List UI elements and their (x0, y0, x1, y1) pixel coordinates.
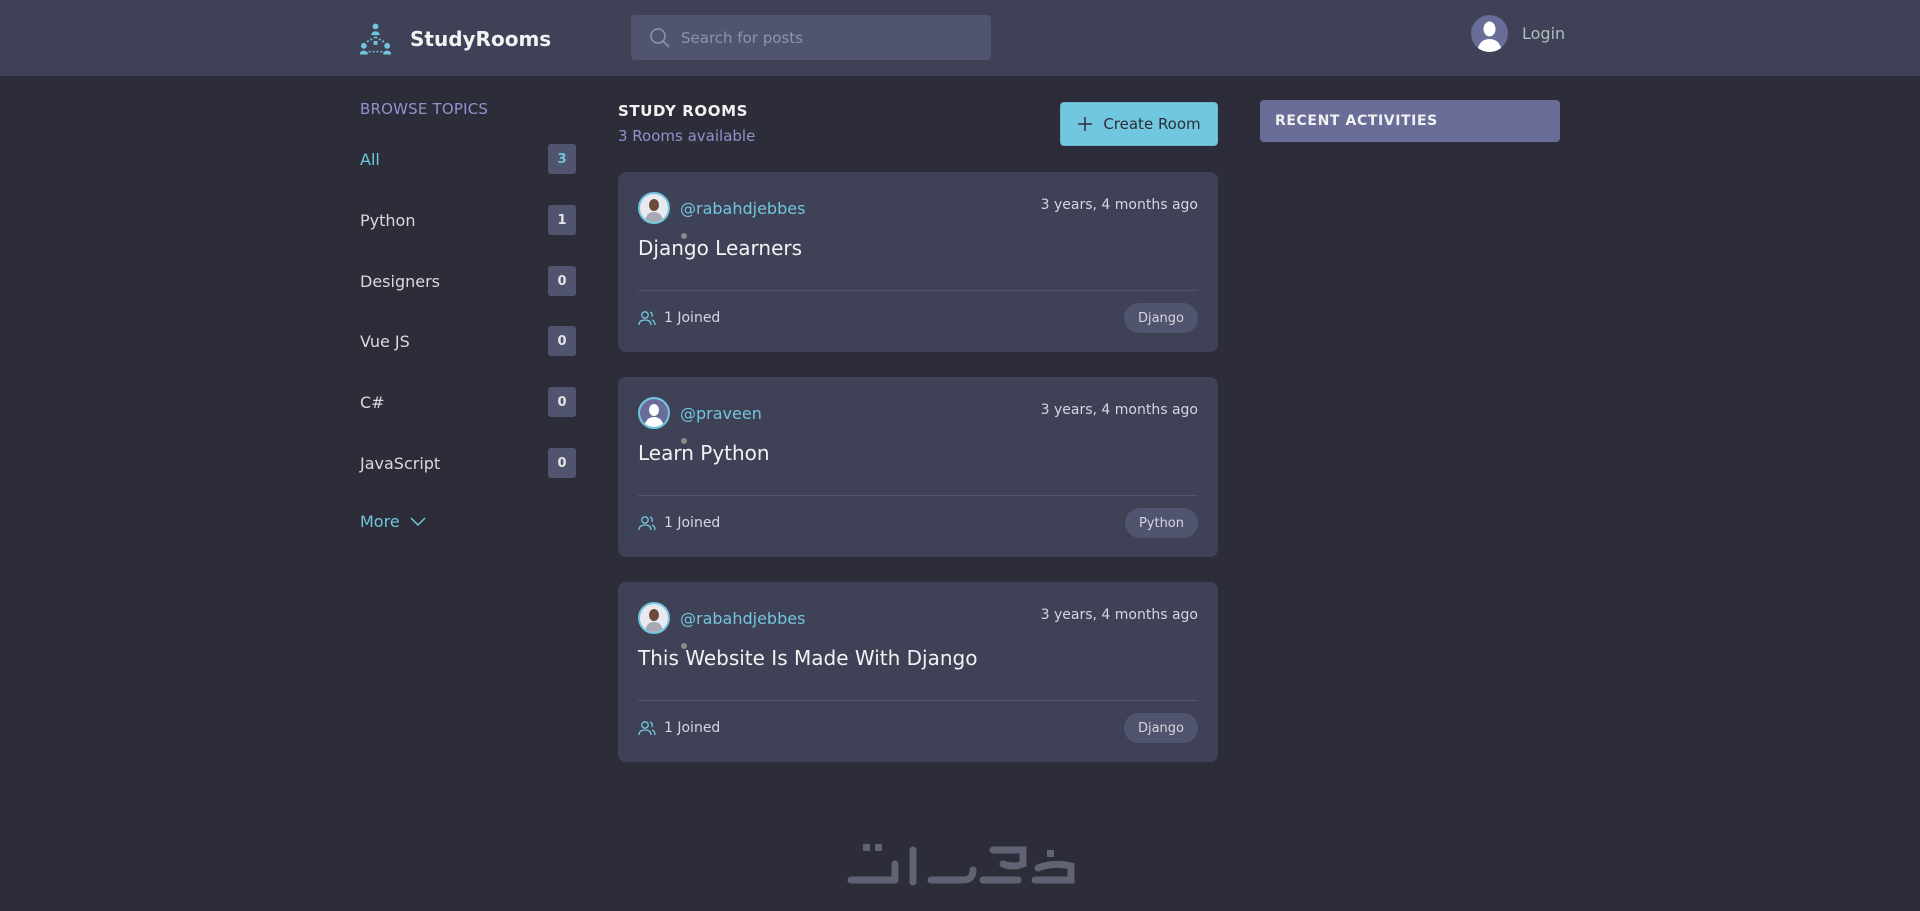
room-joined: 1 Joined (638, 720, 720, 736)
divider (638, 290, 1198, 291)
browse-topics-title: BROWSE TOPICS (360, 100, 489, 118)
logo-icon (359, 23, 392, 55)
topic-label: All (360, 149, 380, 169)
topic-label: Python (360, 210, 416, 230)
avatar (1471, 14, 1508, 52)
users-icon (638, 311, 656, 326)
room-author[interactable]: @praveen (638, 397, 762, 445)
topic-count-badge: 0 (548, 387, 576, 417)
topic-item-all[interactable]: All 3 (360, 143, 576, 175)
room-title[interactable]: This Website Is Made With Django (638, 646, 977, 670)
plus-icon (1078, 117, 1093, 131)
app-logo[interactable]: StudyRooms (359, 21, 551, 57)
more-topics-button[interactable]: More (360, 512, 426, 531)
create-room-button[interactable]: Create Room (1060, 102, 1218, 146)
study-rooms-title: STUDY ROOMS (618, 102, 749, 120)
users-icon (638, 516, 656, 531)
room-timestamp: 3 years, 4 months ago (1040, 402, 1198, 418)
room-author[interactable]: @rabahdjebbes (638, 192, 805, 240)
room-title[interactable]: Django Learners (638, 236, 802, 260)
topic-count-badge: 1 (548, 205, 576, 235)
topic-label: C# (360, 392, 385, 412)
room-joined: 1 Joined (638, 515, 720, 531)
create-room-label: Create Room (1103, 115, 1201, 133)
topic-label: Vue JS (360, 331, 410, 351)
topic-item-javascript[interactable]: JavaScript 0 (360, 447, 576, 479)
topics-sidebar: BROWSE TOPICS All 3 Python 1 Designers 0… (360, 100, 576, 531)
divider (638, 700, 1198, 701)
room-username[interactable]: @rabahdjebbes (680, 609, 805, 628)
room-card[interactable]: @praveen 3 years, 4 months ago Learn Pyt… (618, 377, 1218, 557)
rooms-available-count: 3 Rooms available (618, 127, 756, 145)
room-timestamp: 3 years, 4 months ago (1040, 607, 1198, 623)
room-topic-tag[interactable]: Django (1123, 303, 1198, 333)
room-joined: 1 Joined (638, 310, 720, 326)
watermark-logo (847, 844, 1075, 886)
room-username[interactable]: @rabahdjebbes (680, 199, 805, 218)
search-bar[interactable] (631, 15, 991, 60)
users-icon (638, 721, 656, 736)
user-icon (640, 399, 668, 427)
room-card[interactable]: @rabahdjebbes 3 years, 4 months ago This… (618, 582, 1218, 762)
room-topic-tag[interactable]: Python (1124, 508, 1198, 538)
recent-activities-header: RECENT ACTIVITIES (1260, 100, 1560, 142)
divider (638, 495, 1198, 496)
avatar (638, 397, 670, 429)
more-label: More (360, 512, 400, 531)
user-photo-icon (645, 609, 663, 632)
login-label: Login (1522, 23, 1566, 43)
joined-count: 1 Joined (664, 310, 721, 326)
topic-count-badge: 3 (548, 144, 576, 174)
search-input[interactable] (681, 28, 971, 47)
room-card[interactable]: @rabahdjebbes 3 years, 4 months ago Djan… (618, 172, 1218, 352)
app-name: StudyRooms (410, 27, 552, 51)
room-author[interactable]: @rabahdjebbes (638, 602, 805, 650)
topic-item-python[interactable]: Python 1 (360, 204, 576, 236)
topic-item-vue-js[interactable]: Vue JS 0 (360, 325, 576, 357)
topic-count-badge: 0 (548, 326, 576, 356)
joined-count: 1 Joined (664, 515, 721, 531)
user-photo-icon (645, 199, 663, 222)
user-icon (1477, 21, 1502, 52)
joined-count: 1 Joined (664, 720, 721, 736)
topic-label: JavaScript (360, 453, 441, 473)
avatar (638, 192, 670, 224)
topic-item-designers[interactable]: Designers 0 (360, 265, 576, 297)
room-title[interactable]: Learn Python (638, 441, 770, 465)
room-topic-tag[interactable]: Django (1123, 713, 1198, 743)
chevron-down-icon (410, 516, 426, 526)
topic-count-badge: 0 (548, 266, 576, 296)
search-icon (650, 27, 670, 48)
top-header: StudyRooms Login (0, 0, 1920, 76)
room-timestamp: 3 years, 4 months ago (1040, 197, 1198, 213)
login-link[interactable]: Login (1471, 14, 1565, 52)
topic-count-badge: 0 (548, 448, 576, 478)
avatar (638, 602, 670, 634)
room-username[interactable]: @praveen (680, 404, 762, 423)
topic-item-csharp[interactable]: C# 0 (360, 386, 576, 418)
topic-label: Designers (360, 271, 440, 291)
